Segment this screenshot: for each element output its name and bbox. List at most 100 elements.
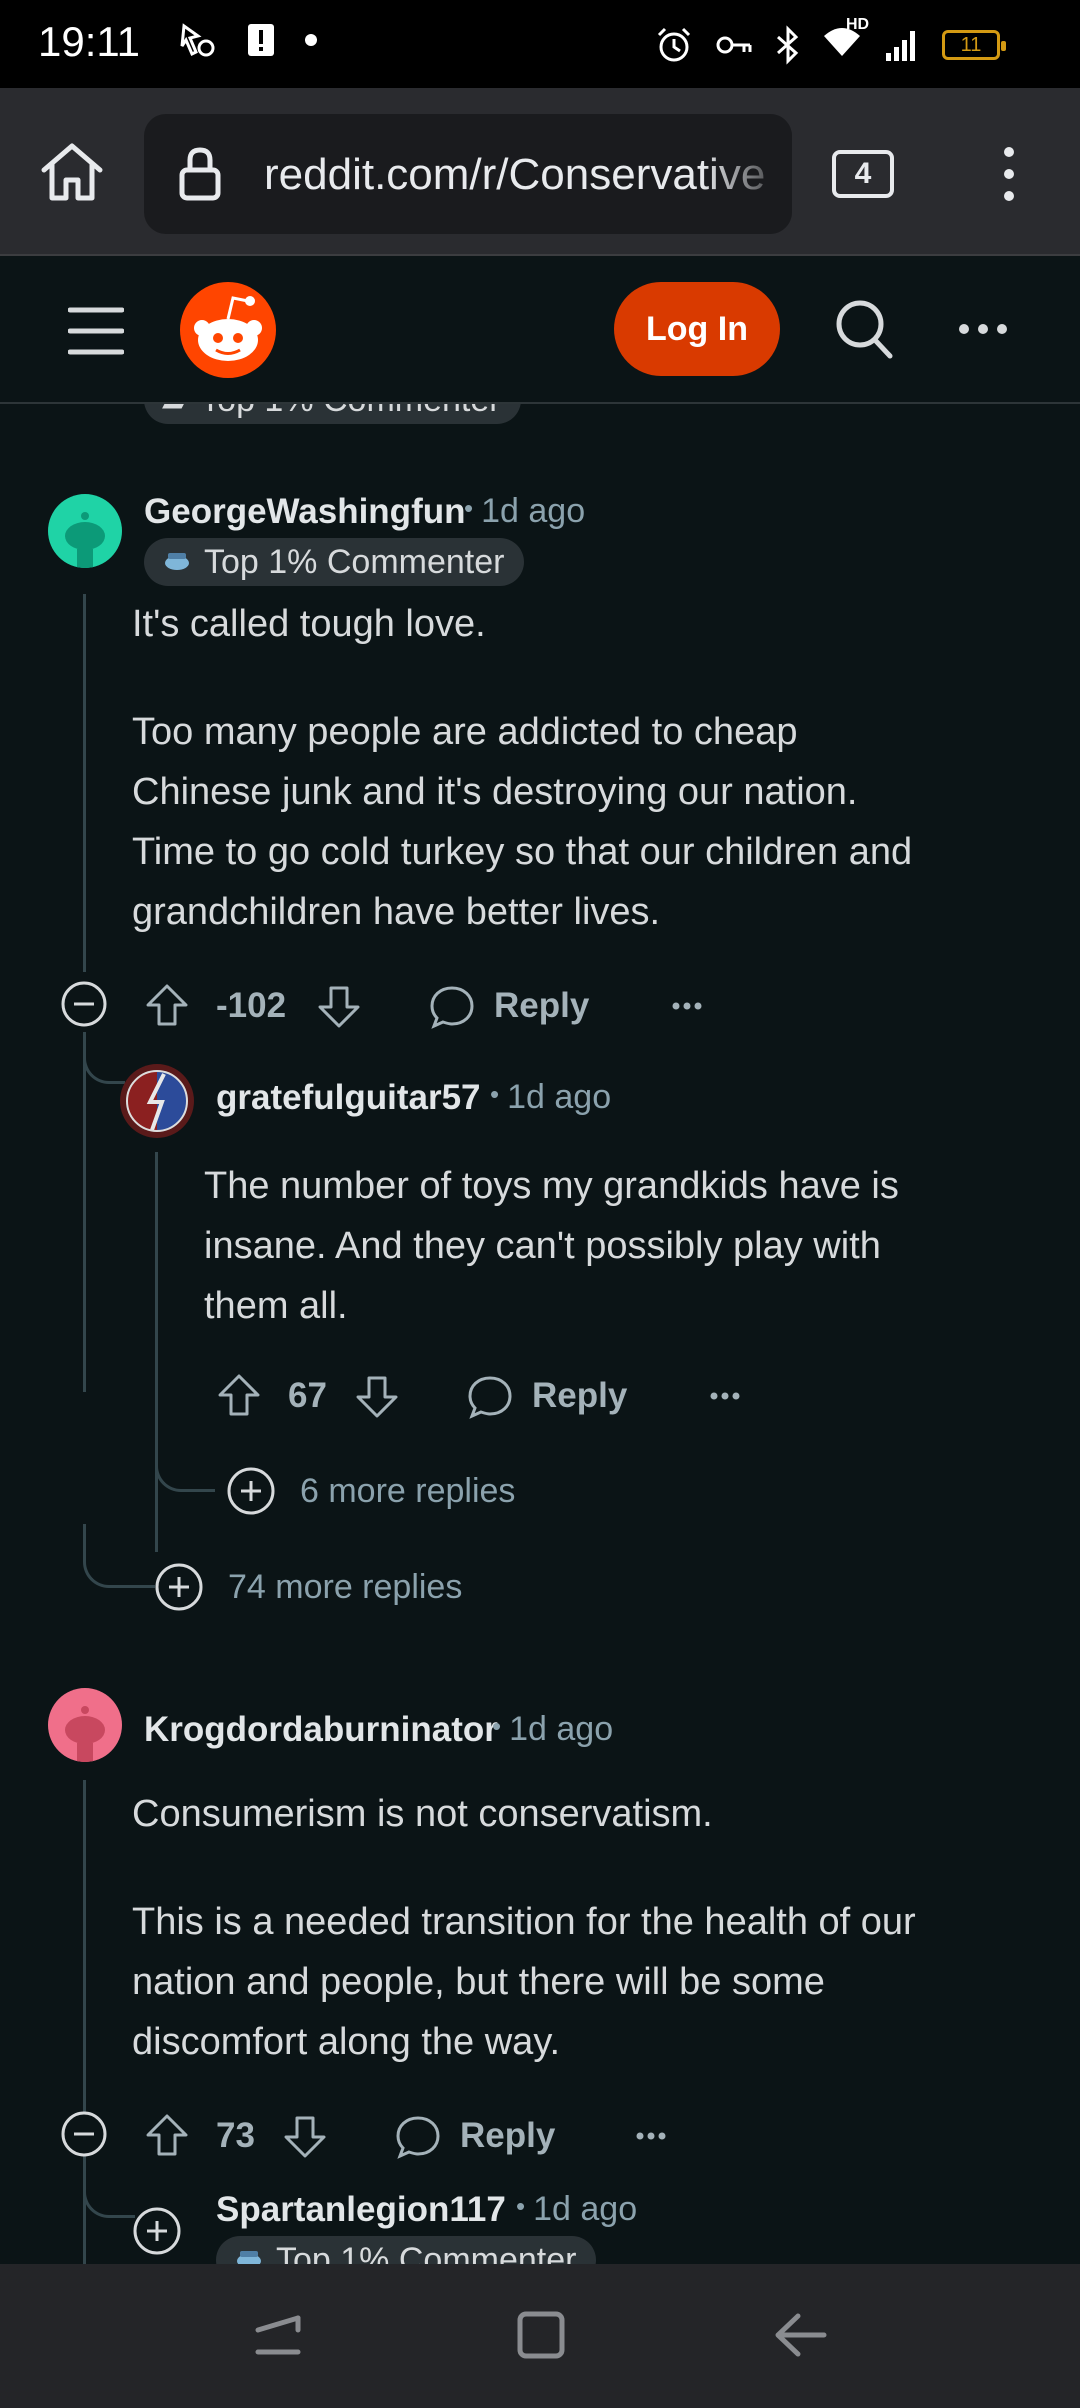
more-options-icon[interactable] — [710, 1390, 740, 1402]
downvote-icon[interactable] — [282, 2114, 328, 2160]
comment-paragraph: Consumerism is not conservatism. — [132, 1793, 713, 1835]
url-text[interactable]: reddit.com/r/Conservative — [264, 150, 765, 200]
more-vertical-icon[interactable] — [998, 144, 1020, 204]
more-horizontal-icon[interactable] — [958, 322, 1008, 336]
url-fade — [702, 114, 792, 234]
back-arrow-icon[interactable] — [770, 2308, 830, 2362]
comment-age: • 1d ago — [492, 1710, 613, 1749]
signal-icon — [886, 30, 915, 61]
reddit-header: Log In — [0, 258, 1080, 404]
comment-body: Consumerism is not conservatism. This is… — [132, 1784, 1032, 2072]
user-flair: Top 1% Commenter — [144, 538, 525, 586]
user-flair: Top 1% Commenter — [216, 2236, 597, 2265]
more-replies-link[interactable]: 6 more replies — [300, 1472, 515, 1511]
reply-bubble-icon[interactable] — [428, 984, 476, 1030]
comment-age: • 1d ago — [516, 2190, 637, 2229]
separator-dot: • — [492, 1711, 502, 1741]
user-flair-label: Top 1% Commenter — [276, 2240, 577, 2265]
upvote-icon[interactable] — [144, 982, 190, 1028]
cast-icon — [180, 23, 215, 57]
avatar[interactable] — [48, 1688, 122, 1762]
steal-your-face-avatar-icon — [126, 1070, 188, 1132]
upvote-icon[interactable] — [144, 2112, 190, 2158]
avatar[interactable] — [48, 494, 122, 568]
comment-age-text: 1d ago — [481, 492, 586, 530]
reply-button[interactable]: Reply — [460, 2116, 555, 2156]
comments-thread: ▰ Top 1% Commenter GeorgeWashingfun •1d … — [0, 404, 1080, 2264]
tab-switcher-button[interactable]: 4 — [832, 150, 894, 198]
separator-dot: • — [516, 2191, 526, 2221]
vote-score: -102 — [216, 986, 287, 1025]
more-options-icon[interactable] — [672, 1000, 702, 1012]
hamburger-menu-icon[interactable] — [68, 306, 124, 356]
vpn-key-icon — [716, 36, 752, 53]
reply-connector — [83, 1044, 125, 1084]
search-icon[interactable] — [834, 298, 894, 360]
upvote-icon[interactable] — [216, 1372, 262, 1418]
wifi-icon: HD — [822, 16, 869, 67]
reply-bubble-icon[interactable] — [394, 2114, 442, 2160]
separator-dot: • — [464, 493, 474, 523]
reply-button[interactable]: Reply — [532, 1376, 627, 1416]
vote-score: 73 — [216, 2116, 255, 2155]
user-flair-label: Top 1% Commenter — [204, 542, 505, 581]
notification-icons — [178, 20, 318, 60]
alarm-icon — [657, 27, 691, 61]
home-icon[interactable] — [38, 140, 106, 204]
thread-line[interactable] — [83, 594, 86, 972]
more-options-icon[interactable] — [636, 2130, 666, 2142]
vote-score: 67 — [288, 1376, 327, 1415]
dot-icon — [305, 34, 317, 46]
comment-age: • 1d ago — [490, 1078, 611, 1117]
commenter-flair-icon — [162, 543, 192, 582]
collapse-thread-icon[interactable] — [60, 2110, 108, 2158]
alert-icon — [248, 24, 274, 56]
comment-author[interactable]: GeorgeWashingfun — [144, 492, 465, 532]
comment-body: The number of toys my grandkids have is … — [204, 1165, 899, 1327]
comment-age-text: 1d ago — [507, 1078, 612, 1116]
expand-plus-icon[interactable] — [226, 1466, 276, 1516]
partial-flair-label: Top 1% Commenter — [200, 404, 500, 420]
network-badge: HD — [846, 16, 870, 33]
system-icons: HD 11 — [654, 16, 1006, 67]
reply-connector — [155, 1424, 215, 1492]
comment-paragraph: It's called tough love. — [132, 603, 486, 645]
reply-connector — [83, 2174, 135, 2218]
status-bar: 19:11 HD 11 — [0, 0, 1080, 88]
downvote-icon[interactable] — [316, 984, 362, 1030]
commenter-flair-icon — [234, 2241, 264, 2264]
battery-icon: 11 — [942, 29, 1006, 60]
more-replies-link[interactable]: 74 more replies — [228, 1568, 462, 1607]
comment-age-text: 1d ago — [509, 1710, 614, 1748]
separator-dot: • — [490, 1079, 500, 1109]
recents-icon[interactable] — [250, 2308, 306, 2362]
reply-bubble-icon[interactable] — [466, 1374, 514, 1420]
log-in-button[interactable]: Log In — [614, 282, 780, 376]
partial-flair: ▰ Top 1% Commenter — [144, 404, 521, 424]
lock-icon[interactable] — [178, 146, 222, 202]
comment-author[interactable]: gratefulguitar57 — [216, 1078, 481, 1118]
comment-age: • 1d ago — [464, 492, 585, 531]
home-square-icon[interactable] — [514, 2308, 568, 2362]
url-bar[interactable]: reddit.com/r/Conservative — [144, 114, 792, 234]
reply-connector — [83, 1524, 155, 1588]
downvote-icon[interactable] — [354, 1374, 400, 1420]
collapse-thread-icon[interactable] — [60, 980, 108, 1028]
expand-plus-icon[interactable] — [154, 1562, 204, 1612]
android-navigation-bar — [0, 2264, 1080, 2408]
bluetooth-icon — [777, 24, 799, 65]
comment-body: It's called tough love. Too many people … — [132, 594, 1032, 942]
battery-level: 11 — [960, 33, 982, 56]
snoo-avatar-icon — [65, 512, 105, 568]
comment-author[interactable]: Spartanlegion117 — [216, 2190, 506, 2230]
reddit-logo-icon[interactable] — [178, 280, 278, 380]
reply-button[interactable]: Reply — [494, 986, 589, 1026]
avatar[interactable] — [120, 1064, 194, 1138]
comment-age-text: 1d ago — [533, 2190, 638, 2228]
thread-line[interactable] — [83, 1032, 86, 1392]
snoo-avatar-icon — [65, 1706, 105, 1762]
expand-plus-icon[interactable] — [132, 2206, 182, 2256]
thread-line[interactable] — [155, 1152, 158, 1552]
comment-author[interactable]: Krogdordaburninator — [144, 1710, 498, 1750]
comment-paragraph: This is a needed transition for the heal… — [132, 1901, 916, 2063]
